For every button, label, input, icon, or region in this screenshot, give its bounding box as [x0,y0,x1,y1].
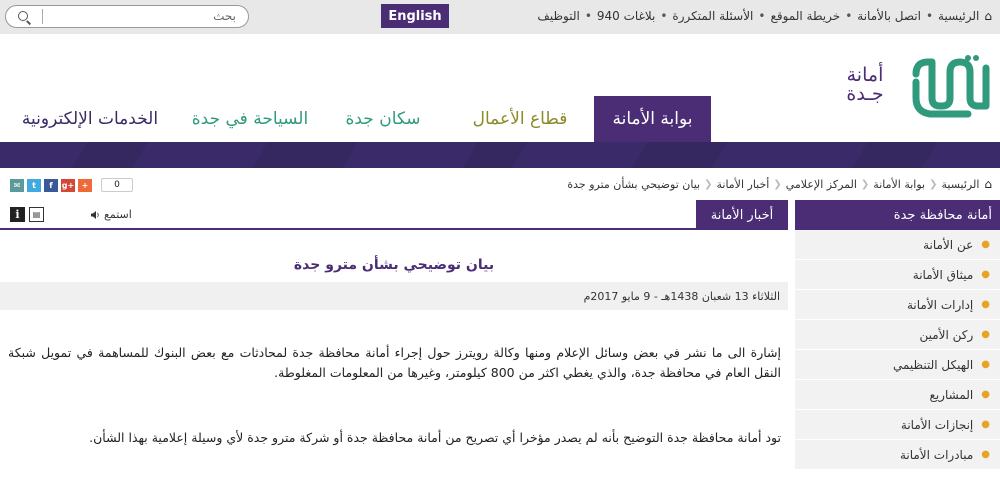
sidebar-item[interactable]: ● ميثاق الأمانة [795,260,1000,290]
bullet-icon: ● [981,329,990,340]
top-link-faq[interactable]: الأسئلة المتكررة [672,9,753,23]
chevron-left-icon: ❮ [704,178,713,190]
bullet-icon: ● [981,449,990,460]
top-link-jobs[interactable]: التوظيف [537,9,579,23]
chevron-left-icon: ❮ [860,178,870,190]
top-link-contact[interactable]: اتصل بالأمانة [857,9,921,23]
sidebar-item[interactable]: ● المشاريع [795,380,1000,410]
sidebar: أمانة محافظة جدة ● عن الأمانة ● ميثاق الأم… [795,200,1000,482]
email-share-icon[interactable]: ✉ [10,178,24,192]
bullet-icon: ● [981,419,990,430]
top-bar: ⌂ الرئيسية • اتصل بالأمانة • خريطة الموق… [0,0,1000,34]
bullet-icon: ● [981,239,990,250]
article-title: بيان توضيحي بشأن مترو جدة [293,257,495,273]
tab-residents[interactable]: سكان جدة [323,96,443,142]
search-placeholder: بحث [213,9,236,23]
sidebar-title: أمانة محافظة جدة [795,200,1000,230]
sidebar-item[interactable]: ● ركن الأمين [795,320,1000,350]
chevron-left-icon: ❮ [929,178,938,190]
sidebar-item[interactable]: ● إدارات الأمانة [795,290,1000,320]
article-tools: i ▤ [10,207,48,222]
section-title: أخبار الأمانة [696,200,788,230]
bullet-icon: ● [981,359,990,370]
top-link-home[interactable]: الرئيسية [938,9,979,23]
main-nav: بوابة الأمانة قطاع الأعمال سكان جدة السي… [0,96,1000,142]
tab-eservices[interactable]: الخدمات الإلكترونية [10,96,170,142]
english-button[interactable]: English [381,4,449,28]
search-input[interactable]: بحث [5,5,249,28]
share-bar: ✉ t f g+ + 0 [10,178,133,192]
listen-button[interactable]: استمع [90,208,132,221]
bullet-icon: ● [981,269,990,280]
nav-banner [0,142,1000,168]
facebook-share-icon[interactable]: f [44,178,58,192]
top-link-940[interactable]: بلاغات 940 [597,9,655,23]
article-header: أخبار الأمانة استمع i ▤ [0,200,788,230]
sidebar-item[interactable]: ● عن الأمانة [795,230,1000,260]
sidebar-item[interactable]: ● مبادرات الأمانة [795,440,1000,470]
breadcrumb-home-icon[interactable]: ⌂ [984,177,992,191]
googleplus-share-icon[interactable]: g+ [61,178,75,192]
breadcrumb-item[interactable]: أخبار الأمانة [716,178,769,191]
bullet-icon: ● [981,389,990,400]
share-count: 0 [101,178,133,192]
tab-tourism[interactable]: السياحة في جدة [180,96,320,142]
top-links: ⌂ الرئيسية • اتصل بالأمانة • خريطة الموق… [537,9,992,23]
home-icon[interactable]: ⌂ [984,9,992,23]
chevron-left-icon: ❮ [773,178,782,190]
bullet-icon: ● [981,299,990,310]
sidebar-item[interactable]: ● إنجازات الأمانة [795,410,1000,440]
article-paragraph: تود أمانة محافظة جدة التوضيح بأنه لم يصد… [89,430,781,445]
breadcrumb-current: بيان توضيحي بشأن مترو جدة [567,177,701,191]
info-icon[interactable]: i [10,207,25,222]
breadcrumb-item[interactable]: بوابة الأمانة [873,178,925,191]
sidebar-item[interactable]: ● الهيكل التنظيمي [795,350,1000,380]
article-paragraph: إشارة الى ما نشر في بعض وسائل الإعلام وم… [8,345,781,380]
top-link-sitemap[interactable]: خريطة الموقع [770,9,840,23]
breadcrumb: ⌂ الرئيسية ❮ بوابة الأمانة ❮ المركز الإع… [0,170,1000,198]
speaker-icon [91,210,99,219]
breadcrumb-item[interactable]: المركز الإعلامي [786,178,857,191]
tab-business[interactable]: قطاع الأعمال [455,96,585,142]
search-icon[interactable] [18,11,28,21]
twitter-share-icon[interactable]: t [27,178,41,192]
more-share-icon[interactable]: + [78,178,92,192]
tab-portal[interactable]: بوابة الأمانة [594,96,711,142]
print-icon[interactable]: ▤ [29,207,44,222]
breadcrumb-item[interactable]: الرئيسية [941,178,979,191]
article-date: الثلاثاء 13 شعبان 1438هـ - 9 مايو 2017م [0,282,788,310]
